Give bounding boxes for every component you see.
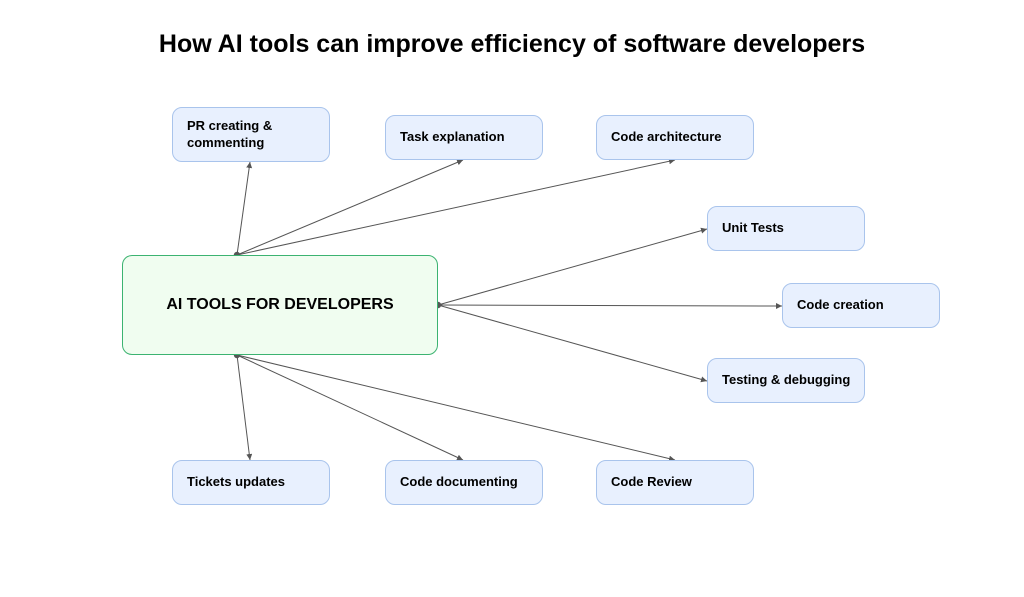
node-label: Code creation bbox=[797, 297, 884, 314]
node-pr-creating: PR creating & commenting bbox=[172, 107, 330, 162]
node-code-review: Code Review bbox=[596, 460, 754, 505]
node-task-explanation: Task explanation bbox=[385, 115, 543, 160]
central-node: AI TOOLS FOR DEVELOPERS bbox=[122, 255, 438, 355]
node-unit-tests: Unit Tests bbox=[707, 206, 865, 251]
node-tickets-updates: Tickets updates bbox=[172, 460, 330, 505]
node-label: Code architecture bbox=[611, 129, 722, 146]
node-label: Tickets updates bbox=[187, 474, 285, 491]
node-code-creation: Code creation bbox=[782, 283, 940, 328]
diagram-title: How AI tools can improve efficiency of s… bbox=[0, 30, 1024, 59]
node-code-architecture: Code architecture bbox=[596, 115, 754, 160]
node-label: Code documenting bbox=[400, 474, 518, 491]
node-label: Testing & debugging bbox=[722, 372, 850, 389]
node-label: Task explanation bbox=[400, 129, 505, 146]
node-testing-debugging: Testing & debugging bbox=[707, 358, 865, 403]
node-code-documenting: Code documenting bbox=[385, 460, 543, 505]
central-node-label: AI TOOLS FOR DEVELOPERS bbox=[166, 296, 393, 314]
node-label: PR creating & commenting bbox=[187, 118, 272, 152]
node-label: Code Review bbox=[611, 474, 692, 491]
node-label: Unit Tests bbox=[722, 220, 784, 237]
